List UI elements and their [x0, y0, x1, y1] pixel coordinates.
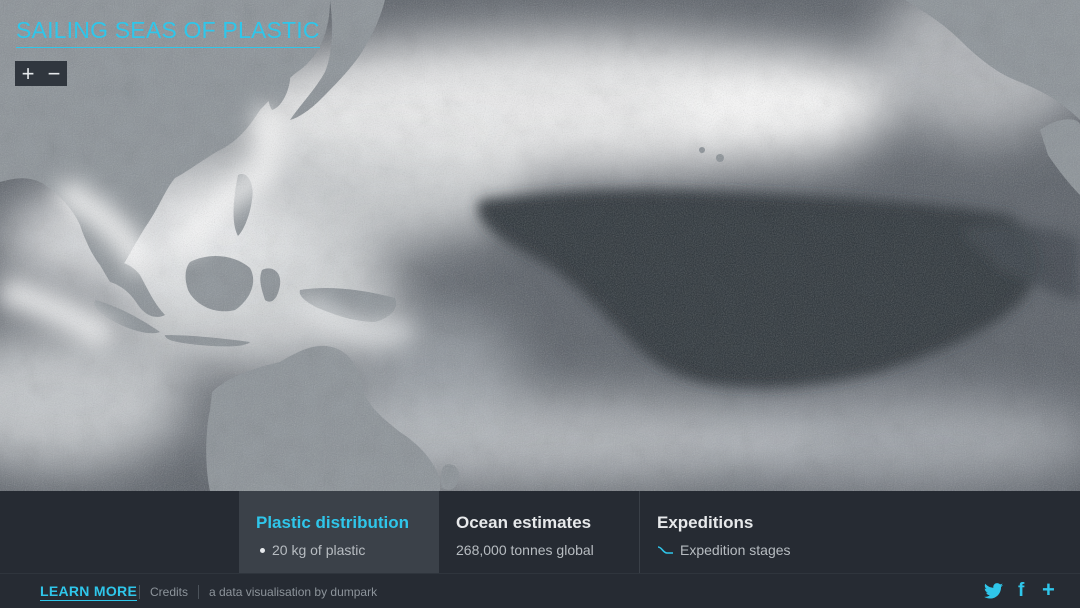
plastic-density-map[interactable]: SAILING SEAS OF PLASTIC + −: [0, 0, 1080, 491]
tab-label: Expeditions: [657, 513, 754, 532]
tab-legend-text: Expedition stages: [680, 542, 791, 558]
share-plus-icon[interactable]: +: [1042, 579, 1055, 601]
learn-more-link[interactable]: LEARN MORE: [40, 583, 138, 601]
zoom-controls: + −: [15, 61, 67, 86]
layer-panel: Plastic distribution 20 kg of plastic Oc…: [0, 491, 1080, 573]
divider: [198, 585, 199, 599]
twitter-icon[interactable]: [984, 583, 1003, 599]
tab-expeditions[interactable]: Expeditions Expedition stages: [640, 491, 840, 573]
app-root: SAILING SEAS OF PLASTIC + − Plastic dist…: [0, 0, 1080, 608]
divider: [139, 585, 140, 599]
tab-legend-text: 268,000 tonnes global: [456, 542, 594, 558]
facebook-icon[interactable]: f: [1018, 581, 1024, 600]
map-canvas[interactable]: [0, 0, 1080, 491]
tab-label: Plastic distribution: [256, 513, 410, 532]
zoom-out-button[interactable]: −: [41, 61, 67, 86]
tab-legend: 20 kg of plastic: [256, 542, 439, 558]
footer: LEARN MORE Credits a data visualisation …: [0, 573, 1080, 608]
tab-label: Ocean estimates: [456, 513, 592, 532]
tab-ocean-estimates[interactable]: Ocean estimates 268,000 tonnes global: [439, 491, 640, 573]
tab-legend-text: 20 kg of plastic: [272, 542, 366, 558]
page-title[interactable]: SAILING SEAS OF PLASTIC: [16, 17, 320, 48]
tab-plastic-distribution[interactable]: Plastic distribution 20 kg of plastic: [239, 491, 439, 573]
byline-link[interactable]: a data visualisation by dumpark: [209, 585, 377, 599]
tab-legend: Expedition stages: [657, 542, 840, 558]
credits-link[interactable]: Credits: [150, 585, 188, 599]
zoom-in-button[interactable]: +: [15, 61, 41, 86]
tab-legend: 268,000 tonnes global: [456, 542, 639, 558]
white-dot-icon: [260, 547, 265, 553]
expedition-line-icon: [657, 546, 673, 554]
